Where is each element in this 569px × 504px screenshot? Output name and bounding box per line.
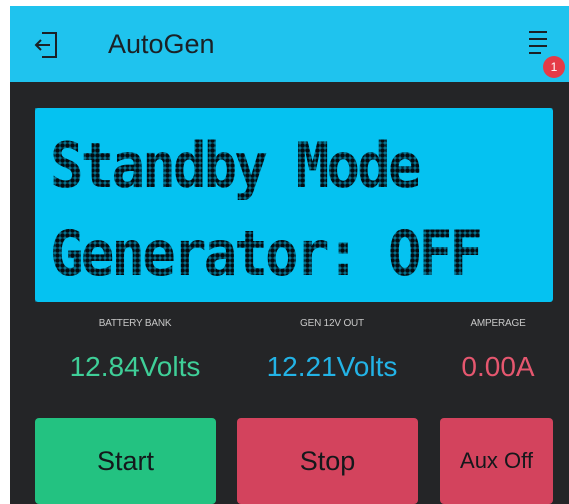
lcd-line-1: Standby Mode: [50, 130, 422, 203]
start-button[interactable]: Start: [35, 418, 216, 504]
gen-output-value: 12.21Volts: [266, 351, 398, 382]
lcd-display: Standby Mode Generator: OFF: [35, 108, 553, 302]
amperage-value: 0.00A: [461, 351, 535, 382]
amperage-gauge: AMPERAGE 0.00A: [448, 318, 548, 383]
notification-badge: 1: [543, 56, 565, 78]
battery-bank-label: BATTERY BANK: [98, 318, 172, 329]
exit-icon[interactable]: [32, 29, 62, 61]
amperage-label: AMPERAGE: [470, 318, 526, 329]
app-screen: AutoGen 1 Standby Mode Generator: OFF BA…: [10, 6, 569, 504]
top-bar: AutoGen 1: [10, 6, 569, 82]
battery-bank-gauge: BATTERY BANK 12.84Volts: [50, 318, 220, 383]
start-button-label: Start: [96, 446, 155, 476]
lcd-line-2: Generator: OFF: [50, 218, 483, 291]
app-title: AutoGen: [108, 29, 215, 59]
gen-output-label: GEN 12V OUT: [300, 318, 364, 329]
gen-output-gauge: GEN 12V OUT 12.21Volts: [242, 318, 422, 383]
battery-bank-value: 12.84Volts: [69, 351, 201, 382]
aux-off-button-label: Aux Off: [460, 448, 533, 473]
stop-button-label: Stop: [299, 446, 356, 476]
aux-off-button[interactable]: Aux Off: [440, 418, 553, 504]
stop-button[interactable]: Stop: [237, 418, 418, 504]
